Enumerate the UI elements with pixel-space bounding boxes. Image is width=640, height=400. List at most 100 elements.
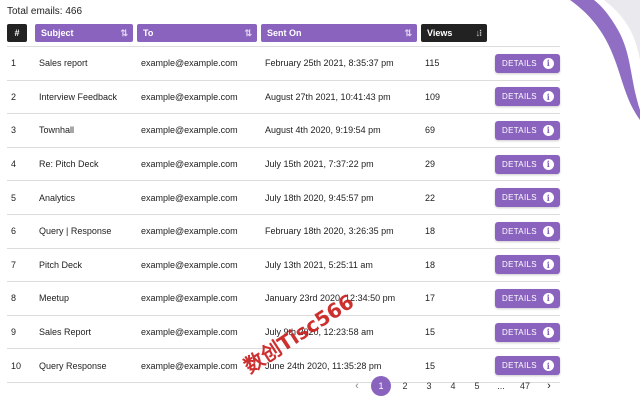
col-views[interactable]: Views ↓⁝ xyxy=(421,24,491,42)
table-row: 6 Query | Response example@example.com Febr… xyxy=(7,215,560,249)
col-actions xyxy=(491,24,560,42)
row-sent-on: August 27th 2021, 10:41:43 pm xyxy=(261,81,421,115)
table-row: 2 Interview Feedback example@example.com Au… xyxy=(7,81,560,115)
row-subject: Interview Feedback xyxy=(35,81,137,115)
row-recipient: example@example.com xyxy=(137,148,261,182)
table-row: 5 Analytics example@example.com July 18th 2… xyxy=(7,181,560,215)
col-subject-header[interactable]: Subject ⇅ xyxy=(35,24,133,42)
row-views: 18 xyxy=(421,249,491,283)
row-sent-on: January 23rd 2020, 12:34:50 pm xyxy=(261,282,421,316)
details-button-label: DETAILS xyxy=(502,159,537,169)
row-views: 22 xyxy=(421,181,491,215)
row-actions: DETAILS i xyxy=(491,316,560,350)
info-icon: i xyxy=(542,192,554,204)
row-sent-on: February 25th 2021, 8:35:37 pm xyxy=(261,46,421,81)
row-number: 10 xyxy=(7,349,35,383)
row-recipient: example@example.com xyxy=(137,282,261,316)
row-actions: DETAILS i xyxy=(491,46,560,81)
sort-arrows-icon: ⇅ xyxy=(120,27,127,38)
info-icon: i xyxy=(542,326,554,338)
row-subject: Meetup xyxy=(35,282,137,316)
col-to-header[interactable]: To ⇅ xyxy=(137,24,257,42)
row-recipient: example@example.com xyxy=(137,316,261,350)
page-button[interactable]: 3 xyxy=(417,376,441,396)
table-row: 4 Re: Pitch Deck example@example.com July 1… xyxy=(7,148,560,182)
row-recipient: example@example.com xyxy=(137,181,261,215)
row-number: 5 xyxy=(7,181,35,215)
row-subject: Sales Report xyxy=(35,316,137,350)
details-button[interactable]: DETAILS i xyxy=(495,120,560,140)
total-emails-label: Total emails: 466 xyxy=(7,6,83,17)
details-button-label: DETAILS xyxy=(502,226,537,236)
row-subject: Sales report xyxy=(35,46,137,81)
page-button[interactable]: 4 xyxy=(441,376,465,396)
row-sent-on: July 15th 2021, 7:37:22 pm xyxy=(261,148,421,182)
row-subject: Query | Response xyxy=(35,215,137,249)
row-recipient: example@example.com xyxy=(137,114,261,148)
col-sent-on[interactable]: Sent On ⇅ xyxy=(261,24,421,42)
row-number: 2 xyxy=(7,81,35,115)
details-button[interactable]: DETAILS i xyxy=(495,255,560,275)
details-button[interactable]: DETAILS i xyxy=(495,322,560,342)
col-views-header[interactable]: Views ↓⁝ xyxy=(421,24,487,42)
page-button[interactable]: 2 xyxy=(393,376,417,396)
row-sent-on: February 18th 2020, 3:26:35 pm xyxy=(261,215,421,249)
row-subject: Re: Pitch Deck xyxy=(35,148,137,182)
details-button-label: DETAILS xyxy=(502,327,537,337)
prev-page-icon[interactable]: ‹ xyxy=(345,376,369,396)
details-button[interactable]: DETAILS i xyxy=(495,53,560,73)
row-views: 29 xyxy=(421,148,491,182)
info-icon: i xyxy=(542,57,554,69)
sort-descending-icon: ↓⁝ xyxy=(475,27,482,38)
row-actions: DETAILS i xyxy=(491,181,560,215)
details-button[interactable]: DETAILS i xyxy=(495,154,560,174)
details-button[interactable]: DETAILS i xyxy=(495,288,560,308)
col-to-label: To xyxy=(143,28,154,38)
details-button[interactable]: DETAILS i xyxy=(495,221,560,241)
row-actions: DETAILS i xyxy=(491,148,560,182)
page-button[interactable]: 1 xyxy=(371,376,391,396)
info-icon: i xyxy=(542,259,554,271)
row-sent-on: July 18th 2020, 9:45:57 pm xyxy=(261,181,421,215)
details-button[interactable]: DETAILS i xyxy=(495,87,560,107)
details-button[interactable]: DETAILS i xyxy=(495,356,560,376)
details-button-label: DETAILS xyxy=(502,293,537,303)
row-sent-on: July 9th 2020, 12:23:58 am xyxy=(261,316,421,350)
row-recipient: example@example.com xyxy=(137,46,261,81)
info-icon: i xyxy=(542,292,554,304)
info-icon: i xyxy=(542,360,554,372)
row-actions: DETAILS i xyxy=(491,81,560,115)
row-views: 15 xyxy=(421,316,491,350)
row-number: 4 xyxy=(7,148,35,182)
table-header-row: # Subject ⇅ To ⇅ Sent On ⇅ Views ↓⁝ xyxy=(7,24,560,42)
row-sent-on: August 4th 2020, 9:19:54 pm xyxy=(261,114,421,148)
col-to[interactable]: To ⇅ xyxy=(137,24,261,42)
next-page-icon[interactable]: › xyxy=(537,376,561,396)
row-subject: Townhall xyxy=(35,114,137,148)
col-subject[interactable]: Subject ⇅ xyxy=(35,24,137,42)
details-button[interactable]: DETAILS i xyxy=(495,188,560,208)
table-row: 1 Sales report example@example.com February… xyxy=(7,46,560,81)
table-row: 7 Pitch Deck example@example.com July 13th … xyxy=(7,249,560,283)
col-sent-on-header[interactable]: Sent On ⇅ xyxy=(261,24,417,42)
row-number: 7 xyxy=(7,249,35,283)
row-number: 6 xyxy=(7,215,35,249)
row-views: 109 xyxy=(421,81,491,115)
row-actions: DETAILS i xyxy=(491,249,560,283)
col-number: # xyxy=(7,24,35,42)
col-number-header: # xyxy=(7,24,27,42)
col-sent-on-label: Sent On xyxy=(267,28,302,38)
page-button[interactable]: 47 xyxy=(513,376,537,396)
row-number: 1 xyxy=(7,46,35,81)
table-row: 8 Meetup example@example.com January 23rd 2… xyxy=(7,282,560,316)
row-number: 3 xyxy=(7,114,35,148)
emails-table: # Subject ⇅ To ⇅ Sent On ⇅ Views ↓⁝ 1 Sa… xyxy=(7,24,560,383)
row-actions: DETAILS i xyxy=(491,215,560,249)
row-sent-on: July 13th 2021, 5:25:11 am xyxy=(261,249,421,283)
details-button-label: DETAILS xyxy=(502,125,537,135)
page-button[interactable]: 5 xyxy=(465,376,489,396)
row-views: 115 xyxy=(421,46,491,81)
row-recipient: example@example.com xyxy=(137,249,261,283)
row-subject: Pitch Deck xyxy=(35,249,137,283)
row-actions: DETAILS i xyxy=(491,282,560,316)
